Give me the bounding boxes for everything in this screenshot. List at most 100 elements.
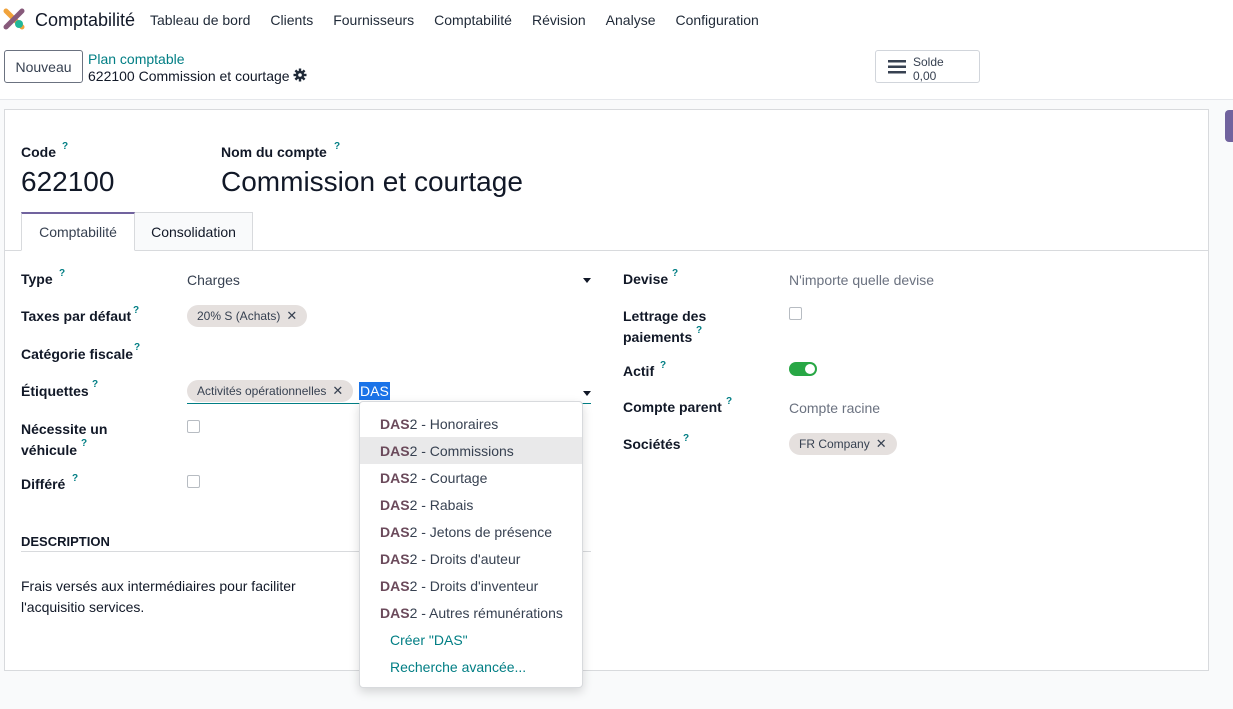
parent-account-field[interactable]: Compte racine bbox=[789, 400, 880, 416]
list-icon bbox=[888, 60, 906, 74]
dropdown-option[interactable]: DAS 2 - Rabais bbox=[360, 491, 582, 518]
tags-tag-remove-icon[interactable]: ✕ bbox=[332, 383, 343, 399]
reconcile-label-line1: Lettrage des bbox=[623, 308, 707, 324]
menu-item-reporting[interactable]: Analyse bbox=[606, 12, 656, 28]
tab-accounting[interactable]: Comptabilité bbox=[21, 212, 135, 251]
tags-tag: Activités opérationnelles ✕ bbox=[187, 380, 354, 402]
dropdown-option-label: 2 - Jetons de présence bbox=[409, 523, 552, 540]
tags-tag-label: Activités opérationnelles bbox=[197, 384, 327, 398]
main-menu: Tableau de bord Clients Fournisseurs Com… bbox=[150, 0, 779, 40]
dropdown-advanced-search[interactable]: Recherche avancée... bbox=[360, 653, 582, 680]
tags-label: Étiquettes bbox=[21, 383, 89, 399]
vehicle-label-line1: Nécessite un bbox=[21, 421, 108, 437]
dropdown-option-label: 2 - Courtage bbox=[409, 469, 488, 486]
dropdown-option-label: 2 - Honoraires bbox=[409, 415, 499, 432]
dropdown-option-match: DAS bbox=[380, 604, 410, 621]
vehicle-help-icon[interactable]: ? bbox=[81, 438, 87, 449]
balance-label: Solde bbox=[913, 55, 944, 69]
top-navbar: Comptabilité Tableau de bord Clients Fou… bbox=[0, 0, 1233, 40]
company-tag: FR Company ✕ bbox=[789, 433, 897, 455]
type-dropdown-caret-icon[interactable] bbox=[583, 278, 591, 283]
dropdown-option-match: DAS bbox=[380, 442, 410, 459]
dropdown-option-match: DAS bbox=[380, 469, 410, 486]
balance-value: 0,00 bbox=[913, 69, 937, 83]
code-help-icon[interactable]: ? bbox=[62, 141, 68, 152]
type-select-value[interactable]: Charges bbox=[187, 272, 240, 288]
tax-tag: 20% S (Achats) ✕ bbox=[187, 305, 308, 327]
company-tag-label: FR Company bbox=[799, 437, 870, 451]
dropdown-option-match: DAS bbox=[380, 496, 410, 513]
active-toggle[interactable] bbox=[789, 362, 817, 376]
dropdown-option-label: 2 - Droits d'inventeur bbox=[409, 577, 539, 594]
fiscal-category-label: Catégorie fiscale bbox=[21, 346, 134, 362]
default-taxes-label: Taxes par défaut bbox=[21, 308, 132, 324]
vehicle-checkbox[interactable] bbox=[187, 420, 200, 433]
new-button[interactable]: Nouveau bbox=[4, 50, 83, 83]
accounting-app-logo-icon[interactable] bbox=[3, 8, 25, 30]
reconcile-help-icon[interactable]: ? bbox=[696, 325, 702, 336]
dropdown-option-match: DAS bbox=[380, 577, 410, 594]
dropdown-option[interactable]: DAS 2 - Courtage bbox=[360, 464, 582, 491]
active-help-icon[interactable]: ? bbox=[660, 360, 666, 371]
dropdown-option[interactable]: DAS 2 - Droits d'auteur bbox=[360, 545, 582, 572]
deferred-help-icon[interactable]: ? bbox=[72, 473, 78, 484]
account-name-help-icon[interactable]: ? bbox=[334, 141, 340, 152]
description-text[interactable]: Frais versés aux intermédiaires pour fac… bbox=[21, 576, 361, 618]
companies-label: Sociétés bbox=[623, 436, 681, 452]
company-tag-remove-icon[interactable]: ✕ bbox=[876, 436, 887, 452]
parent-account-help-icon[interactable]: ? bbox=[726, 396, 732, 407]
menu-item-configuration[interactable]: Configuration bbox=[675, 12, 758, 28]
gear-icon[interactable] bbox=[293, 68, 307, 82]
dropdown-option[interactable]: DAS 2 - Autres rémunérations bbox=[360, 599, 582, 626]
active-label: Actif bbox=[623, 363, 655, 379]
dropdown-option-label: 2 - Autres rémunérations bbox=[409, 604, 563, 621]
fiscal-category-help-icon[interactable]: ? bbox=[134, 342, 140, 353]
dropdown-option[interactable]: DAS 2 - Honoraires bbox=[360, 410, 582, 437]
breadcrumb-chart-of-accounts[interactable]: Plan comptable bbox=[88, 51, 185, 67]
tags-dropdown-caret-icon[interactable] bbox=[583, 391, 591, 396]
account-name-label: Nom du compte bbox=[221, 144, 327, 160]
code-label: Code bbox=[21, 144, 56, 160]
parent-account-label: Compte parent bbox=[623, 399, 722, 415]
deferred-checkbox[interactable] bbox=[187, 475, 200, 488]
dropdown-option-match: DAS bbox=[380, 523, 410, 540]
companies-help-icon[interactable]: ? bbox=[683, 433, 689, 444]
tags-input[interactable]: DAS bbox=[359, 382, 390, 400]
dropdown-option-match: DAS bbox=[380, 550, 410, 567]
type-label: Type bbox=[21, 271, 53, 287]
dropdown-option[interactable]: DAS 2 - Jetons de présence bbox=[360, 518, 582, 545]
currency-help-icon[interactable]: ? bbox=[672, 268, 678, 279]
active-toggle-knob bbox=[805, 364, 815, 374]
side-chatter-handle[interactable] bbox=[1225, 110, 1233, 142]
reconcile-checkbox[interactable] bbox=[789, 307, 802, 320]
deferred-label: Différé bbox=[21, 476, 66, 492]
dropdown-option-match: DAS bbox=[380, 415, 410, 432]
app-name[interactable]: Comptabilité bbox=[35, 10, 135, 31]
tax-tag-label: 20% S (Achats) bbox=[197, 309, 281, 323]
vehicle-label-line2: véhicule bbox=[21, 442, 78, 458]
dropdown-create-option[interactable]: Créer "DAS" bbox=[360, 626, 582, 653]
tax-tag-remove-icon[interactable]: ✕ bbox=[286, 308, 297, 324]
dropdown-option-label: 2 - Droits d'auteur bbox=[409, 550, 521, 567]
menu-item-review[interactable]: Révision bbox=[532, 12, 586, 28]
type-help-icon[interactable]: ? bbox=[59, 268, 65, 279]
menu-item-customers[interactable]: Clients bbox=[270, 12, 313, 28]
dropdown-option[interactable]: DAS 2 - Droits d'inventeur bbox=[360, 572, 582, 599]
dropdown-option-highlighted[interactable]: DAS 2 - Commissions bbox=[360, 437, 582, 464]
description-section-title: DESCRIPTION bbox=[21, 534, 110, 549]
default-taxes-help-icon[interactable]: ? bbox=[133, 305, 139, 316]
menu-item-dashboard[interactable]: Tableau de bord bbox=[150, 12, 250, 28]
menu-item-accounting[interactable]: Comptabilité bbox=[434, 12, 512, 28]
tags-help-icon[interactable]: ? bbox=[92, 379, 98, 390]
record-title: 622100 Commission et courtage bbox=[88, 68, 290, 84]
dropdown-option-label: 2 - Commissions bbox=[409, 442, 514, 459]
code-value[interactable]: 622100 bbox=[21, 166, 114, 198]
account-name-value[interactable]: Commission et courtage bbox=[221, 166, 523, 198]
menu-item-vendors[interactable]: Fournisseurs bbox=[333, 12, 414, 28]
tab-consolidation[interactable]: Consolidation bbox=[135, 212, 253, 251]
currency-field[interactable]: N'importe quelle devise bbox=[789, 272, 934, 288]
control-panel: Nouveau Plan comptable 622100 Commission… bbox=[0, 40, 1233, 100]
currency-label: Devise bbox=[623, 271, 669, 287]
balance-smart-button[interactable]: Solde 0,00 bbox=[875, 50, 980, 83]
dropdown-option-label: 2 - Rabais bbox=[409, 496, 474, 513]
